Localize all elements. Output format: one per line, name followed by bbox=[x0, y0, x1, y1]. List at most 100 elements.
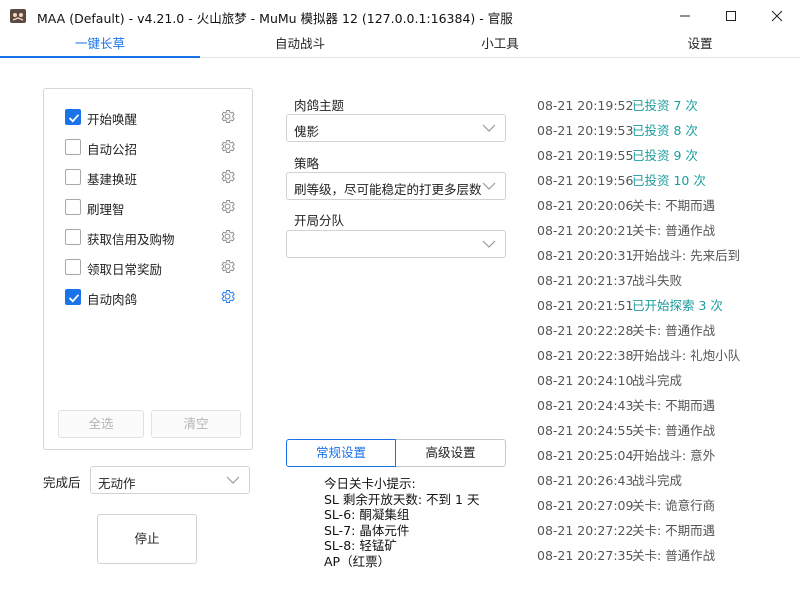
log-message: 已投资 9 次 bbox=[632, 148, 698, 163]
log-entry: 08-21 20:21:51已开始探索 3 次 bbox=[537, 298, 797, 323]
log-message: 已投资 10 次 bbox=[632, 173, 706, 188]
log-time: 08-21 20:21:51 bbox=[537, 298, 634, 313]
log-time: 08-21 20:19:55 bbox=[537, 148, 634, 163]
select-all-button[interactable]: 全选 bbox=[58, 410, 144, 438]
task-row-base-shift[interactable]: 基建换班 bbox=[64, 165, 239, 189]
task-checkbox[interactable] bbox=[65, 229, 81, 245]
task-label: 开始唤醒 bbox=[87, 112, 138, 127]
log-time: 08-21 20:24:55 bbox=[537, 423, 634, 438]
theme-label: 肉鸽主题 bbox=[294, 98, 345, 113]
log-time: 08-21 20:24:43 bbox=[537, 398, 634, 413]
log-entry: 08-21 20:19:52已投资 7 次 bbox=[537, 98, 797, 123]
after-completion-value: 无动作 bbox=[98, 476, 136, 491]
task-row-start-wakeup[interactable]: 开始唤醒 bbox=[64, 105, 239, 129]
log-message: 关卡: 不期而遇 bbox=[632, 398, 716, 413]
tab-tools[interactable]: 小工具 bbox=[400, 32, 600, 58]
squad-select[interactable] bbox=[286, 230, 506, 258]
log-message: 开始战斗: 礼炮小队 bbox=[632, 348, 741, 363]
log-entry: 08-21 20:22:28关卡: 普通作战 bbox=[537, 323, 797, 348]
maximize-button[interactable] bbox=[708, 0, 754, 32]
log-entry: 08-21 20:27:35关卡: 普通作战 bbox=[537, 548, 797, 573]
active-tab-indicator bbox=[0, 56, 200, 58]
log-time: 08-21 20:27:22 bbox=[537, 523, 634, 538]
gear-icon[interactable] bbox=[219, 138, 236, 155]
clear-button[interactable]: 清空 bbox=[151, 410, 241, 438]
tab-auto-battle[interactable]: 自动战斗 bbox=[200, 32, 400, 58]
log-message: 关卡: 普通作战 bbox=[632, 423, 716, 438]
log-time: 08-21 20:19:53 bbox=[537, 123, 634, 138]
title-bar: MAA (Default) - v4.21.0 - 火山旅梦 - MuMu 模拟… bbox=[0, 0, 800, 32]
task-label: 领取日常奖励 bbox=[87, 262, 163, 277]
log-message: 已投资 8 次 bbox=[632, 123, 698, 138]
task-checkbox[interactable] bbox=[65, 169, 81, 185]
gear-icon[interactable] bbox=[219, 228, 236, 245]
log-time: 08-21 20:19:56 bbox=[537, 173, 634, 188]
tip-line: SL-8: 轻锰矿 bbox=[324, 538, 397, 553]
chevron-down-icon bbox=[482, 182, 496, 190]
task-checkbox[interactable] bbox=[65, 109, 81, 125]
log-entry: 08-21 20:20:06关卡: 不期而遇 bbox=[537, 198, 797, 223]
tab-farming[interactable]: 一键长草 bbox=[0, 32, 200, 58]
gear-icon[interactable] bbox=[219, 168, 236, 185]
log-entry: 08-21 20:24:10战斗完成 bbox=[537, 373, 797, 398]
log-entry: 08-21 20:27:22关卡: 不期而遇 bbox=[537, 523, 797, 548]
log-message: 战斗完成 bbox=[632, 373, 683, 388]
task-label: 获取信用及购物 bbox=[87, 232, 175, 247]
strategy-select[interactable]: 刷等级，尽可能稳定的打更多层数 bbox=[286, 172, 506, 200]
tip-line: SL-6: 酮凝集组 bbox=[324, 507, 410, 522]
log-time: 08-21 20:22:38 bbox=[537, 348, 634, 363]
log-entry: 08-21 20:19:53已投资 8 次 bbox=[537, 123, 797, 148]
tip-line: SL-7: 晶体元件 bbox=[324, 522, 410, 538]
gear-icon[interactable] bbox=[219, 198, 236, 215]
log-message: 战斗失败 bbox=[632, 273, 683, 288]
task-row-daily-rewards[interactable]: 领取日常奖励 bbox=[64, 255, 239, 279]
task-row-sanity[interactable]: 刷理智 bbox=[64, 195, 239, 219]
log-entry: 08-21 20:22:38开始战斗: 礼炮小队 bbox=[537, 348, 797, 373]
log-message: 关卡: 不期而遇 bbox=[632, 198, 716, 213]
chevron-down-icon bbox=[226, 476, 240, 484]
stop-button[interactable]: 停止 bbox=[97, 514, 197, 564]
log-entry: 08-21 20:21:37战斗失败 bbox=[537, 273, 797, 298]
log-time: 08-21 20:21:37 bbox=[537, 273, 634, 288]
task-row-roguelike[interactable]: 自动肉鸽 bbox=[64, 285, 239, 309]
window-title: MAA (Default) - v4.21.0 - 火山旅梦 - MuMu 模拟… bbox=[37, 11, 513, 26]
theme-select[interactable]: 傀影 bbox=[286, 114, 506, 142]
log-entry: 08-21 20:27:09关卡: 诡意行商 bbox=[537, 498, 797, 523]
gear-icon[interactable] bbox=[219, 108, 236, 125]
chevron-down-icon bbox=[482, 240, 496, 248]
log-time: 08-21 20:27:35 bbox=[537, 548, 634, 563]
task-label: 刷理智 bbox=[87, 202, 125, 217]
task-checkbox[interactable] bbox=[65, 139, 81, 155]
log-entry: 08-21 20:25:04开始战斗: 意外 bbox=[537, 448, 797, 473]
chevron-down-icon bbox=[482, 124, 496, 132]
log-message: 关卡: 普通作战 bbox=[632, 223, 716, 238]
task-checkbox[interactable] bbox=[65, 289, 81, 305]
task-checkbox[interactable] bbox=[65, 259, 81, 275]
tab-settings[interactable]: 设置 bbox=[600, 32, 800, 58]
log-message: 关卡: 诡意行商 bbox=[632, 498, 716, 513]
theme-value: 傀影 bbox=[294, 124, 320, 139]
minimize-icon bbox=[680, 15, 690, 17]
log-message: 开始战斗: 先来后到 bbox=[632, 248, 741, 263]
log-message: 已投资 7 次 bbox=[632, 98, 698, 113]
log-message: 战斗完成 bbox=[632, 473, 683, 488]
gear-icon[interactable] bbox=[219, 288, 236, 305]
log-time: 08-21 20:20:31 bbox=[537, 248, 634, 263]
after-completion-select[interactable]: 无动作 bbox=[90, 466, 250, 494]
log-message: 关卡: 不期而遇 bbox=[632, 523, 716, 538]
close-button[interactable] bbox=[754, 0, 800, 32]
task-row-auto-recruit[interactable]: 自动公招 bbox=[64, 135, 239, 159]
task-checkbox[interactable] bbox=[65, 199, 81, 215]
gear-icon[interactable] bbox=[219, 258, 236, 275]
after-completion-label: 完成后 bbox=[43, 475, 81, 490]
tips-title: 今日关卡小提示: bbox=[324, 476, 416, 491]
task-label: 自动公招 bbox=[87, 142, 138, 157]
log-time: 08-21 20:27:09 bbox=[537, 498, 634, 513]
task-row-credit-shop[interactable]: 获取信用及购物 bbox=[64, 225, 239, 249]
squad-label: 开局分队 bbox=[294, 213, 345, 228]
task-label: 基建换班 bbox=[87, 172, 138, 187]
tab-advanced-settings[interactable]: 高级设置 bbox=[396, 439, 506, 467]
tab-normal-settings[interactable]: 常规设置 bbox=[286, 439, 396, 467]
minimize-button[interactable] bbox=[662, 0, 708, 32]
log-time: 08-21 20:20:21 bbox=[537, 223, 634, 238]
